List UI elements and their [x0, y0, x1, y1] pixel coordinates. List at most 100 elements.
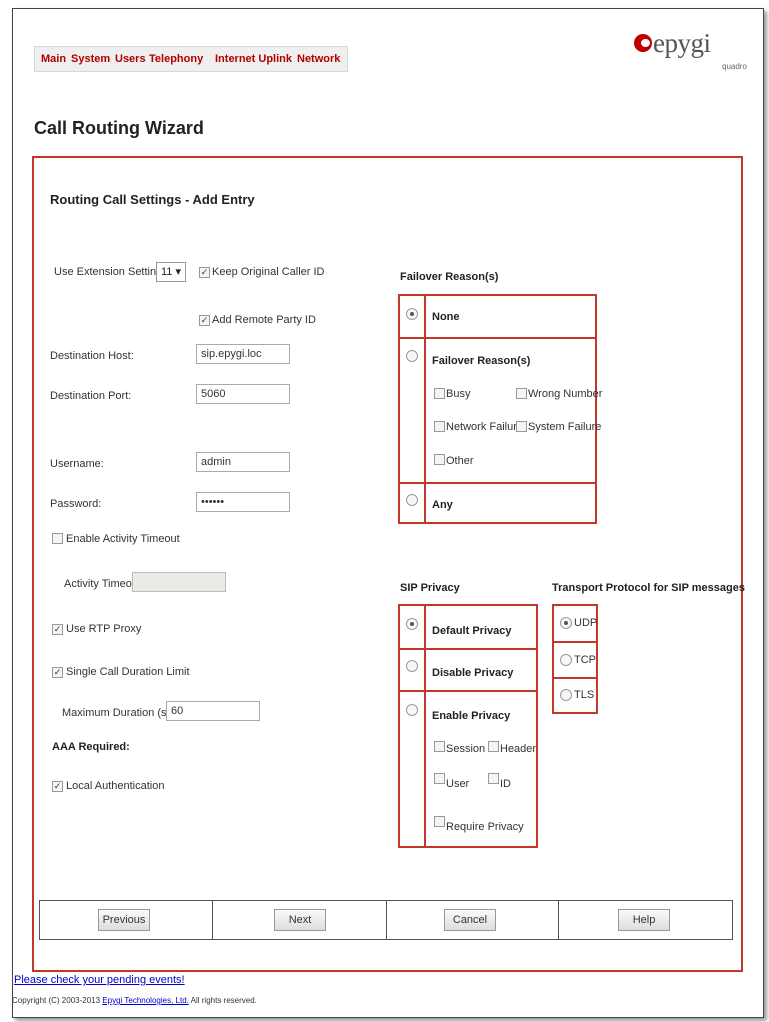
- aaa-required-label: AAA Required:: [52, 741, 130, 753]
- password-input[interactable]: [196, 492, 290, 512]
- copyright-prefix: Copyright (C) 2003-2013: [12, 996, 101, 1005]
- other-label: Other: [446, 455, 474, 467]
- sip-privacy-row-divider: [398, 648, 538, 650]
- max-duration-input[interactable]: [166, 701, 260, 721]
- company-link[interactable]: Epygi Technologies, Ltd.: [102, 996, 189, 1005]
- username-label: Username:: [50, 458, 104, 470]
- top-nav: Main System Users Telephony Internet Upl…: [34, 46, 348, 72]
- sip-privacy-row-divider: [398, 690, 538, 692]
- add-remote-party-checkbox[interactable]: ✓: [199, 315, 210, 326]
- sip-privacy-box: [398, 604, 538, 848]
- failover-any-radio[interactable]: [406, 494, 418, 506]
- busy-label: Busy: [446, 388, 471, 400]
- disable-privacy-radio[interactable]: [406, 660, 418, 672]
- default-privacy-radio[interactable]: [406, 618, 418, 630]
- default-privacy-label: Default Privacy: [432, 625, 512, 637]
- page-title: Call Routing Wizard: [34, 118, 204, 138]
- require-privacy-checkbox[interactable]: [434, 816, 445, 827]
- wrong-number-checkbox[interactable]: [516, 388, 527, 399]
- dest-port-input[interactable]: [196, 384, 290, 404]
- section-title: Routing Call Settings - Add Entry: [50, 192, 255, 207]
- failover-row-divider: [398, 337, 597, 339]
- copyright: Copyright (C) 2003-2013 Epygi Technologi…: [12, 996, 257, 1005]
- session-checkbox[interactable]: [434, 741, 445, 752]
- sip-privacy-heading: SIP Privacy: [400, 582, 460, 594]
- dest-host-label: Destination Host:: [50, 350, 134, 362]
- nav-users[interactable]: Users: [115, 53, 146, 65]
- dest-host-input[interactable]: [196, 344, 290, 364]
- logo-word: epygi: [653, 28, 711, 58]
- dest-port-label: Destination Port:: [50, 390, 132, 402]
- username-input[interactable]: [196, 452, 290, 472]
- failover-box: [398, 294, 597, 524]
- failover-heading: Failover Reason(s): [400, 271, 499, 283]
- failover-reasons-label: Failover Reason(s): [432, 355, 531, 367]
- id-checkbox[interactable]: [488, 773, 499, 784]
- id-label: ID: [500, 778, 511, 790]
- logo-mark-icon: [634, 34, 652, 52]
- nav-main[interactable]: Main: [41, 53, 66, 65]
- single-call-limit-checkbox[interactable]: ✓: [52, 667, 63, 678]
- next-button[interactable]: Next: [274, 909, 326, 931]
- transport-row-divider: [552, 677, 598, 679]
- use-ext-value: 11: [161, 266, 173, 278]
- udp-radio[interactable]: [560, 617, 572, 629]
- network-failure-checkbox[interactable]: [434, 421, 445, 432]
- sip-privacy-divider: [424, 604, 426, 848]
- wrong-number-label: Wrong Number: [528, 388, 603, 400]
- use-ext-select[interactable]: 11 ▾: [156, 262, 186, 282]
- pending-events-link[interactable]: Please check your pending events!: [14, 974, 185, 986]
- password-label: Password:: [50, 498, 102, 510]
- nav-network[interactable]: Network: [297, 53, 340, 65]
- add-remote-party-label: Add Remote Party ID: [212, 314, 316, 326]
- system-failure-checkbox[interactable]: [516, 421, 527, 432]
- udp-label: UDP: [574, 617, 598, 629]
- help-button[interactable]: Help: [618, 909, 670, 931]
- failover-row-divider: [398, 482, 597, 484]
- local-auth-checkbox[interactable]: ✓: [52, 781, 63, 792]
- use-ext-label: Use Extension Settings:: [54, 266, 171, 278]
- network-failure-label: Network Failure: [446, 421, 524, 433]
- user-checkbox[interactable]: [434, 773, 445, 784]
- previous-button[interactable]: Previous: [98, 909, 150, 931]
- transport-heading: Transport Protocol for SIP messages: [552, 582, 745, 594]
- keep-caller-id-checkbox[interactable]: ✓: [199, 267, 210, 278]
- failover-reasons-radio[interactable]: [406, 350, 418, 362]
- copyright-suffix: All rights reserved.: [190, 996, 257, 1005]
- header-label: Header: [500, 743, 537, 755]
- tls-radio[interactable]: [560, 689, 572, 701]
- user-label: User: [446, 778, 470, 790]
- other-checkbox[interactable]: [434, 454, 445, 465]
- tls-label: TLS: [574, 689, 595, 701]
- activity-timeout-input[interactable]: [132, 572, 226, 592]
- failover-none-label: None: [432, 311, 460, 323]
- enable-activity-label: Enable Activity Timeout: [66, 533, 180, 545]
- enable-privacy-radio[interactable]: [406, 704, 418, 716]
- header-checkbox[interactable]: [488, 741, 499, 752]
- nav-system[interactable]: System: [71, 53, 110, 65]
- use-rtp-proxy-checkbox[interactable]: ✓: [52, 624, 63, 635]
- use-rtp-proxy-label: Use RTP Proxy: [66, 623, 142, 635]
- keep-caller-id-label: Keep Original Caller ID: [212, 266, 325, 278]
- local-auth-label: Local Authentication: [66, 780, 165, 792]
- session-label: Session: [446, 743, 486, 755]
- system-failure-label: System Failure: [528, 421, 602, 433]
- tcp-radio[interactable]: [560, 654, 572, 666]
- transport-row-divider: [552, 641, 598, 643]
- tcp-label: TCP: [574, 654, 596, 666]
- nav-internet-uplink[interactable]: Internet Uplink: [215, 53, 292, 65]
- failover-none-radio[interactable]: [406, 308, 418, 320]
- logo-sub: quadro: [722, 62, 747, 71]
- enable-activity-checkbox[interactable]: [52, 533, 63, 544]
- failover-divider: [424, 294, 426, 524]
- busy-checkbox[interactable]: [434, 388, 445, 399]
- nav-telephony[interactable]: Telephony: [149, 53, 203, 65]
- require-privacy-label: Require Privacy: [446, 821, 524, 833]
- wizard-panel: [32, 156, 743, 972]
- epygi-logo: epygi quadro: [628, 28, 748, 72]
- disable-privacy-label: Disable Privacy: [432, 667, 514, 679]
- failover-any-label: Any: [432, 499, 453, 511]
- single-call-limit-label: Single Call Duration Limit: [66, 666, 190, 678]
- enable-privacy-label: Enable Privacy: [432, 710, 511, 722]
- cancel-button[interactable]: Cancel: [444, 909, 496, 931]
